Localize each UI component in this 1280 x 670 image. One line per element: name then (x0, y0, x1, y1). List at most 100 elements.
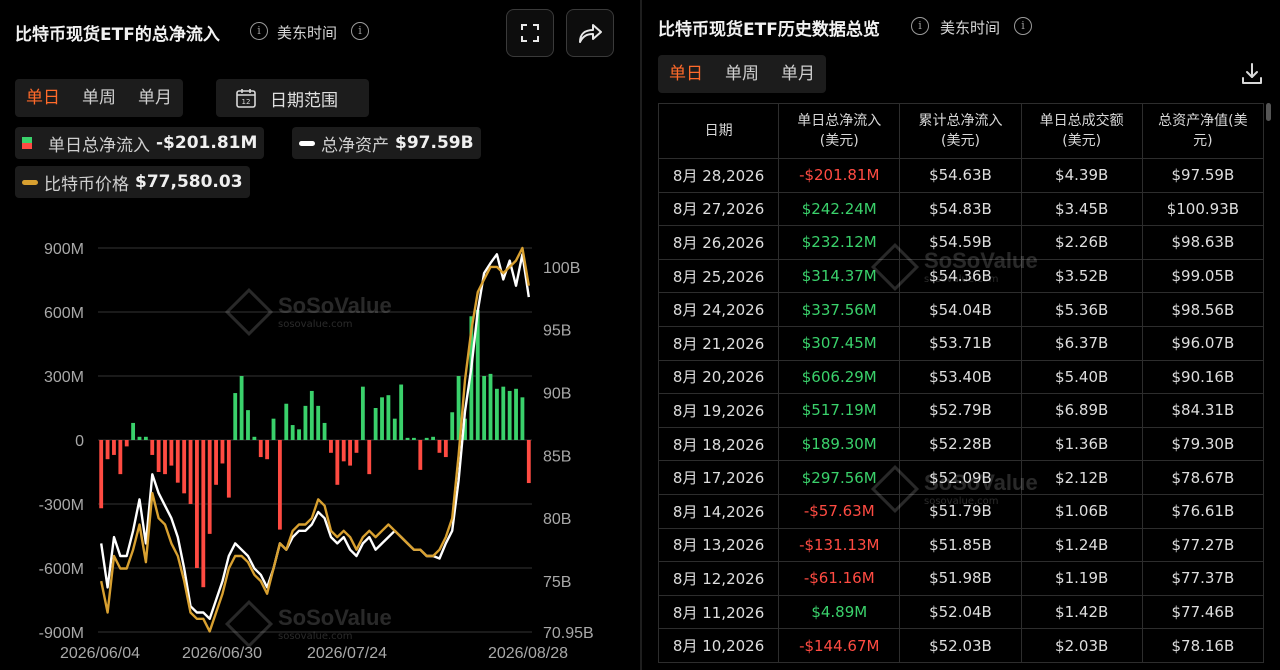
table-row[interactable]: 8月 21,2026 $307.45M $53.71B $6.37B $96.07B (657, 325, 1265, 361)
inflow-bar[interactable] (514, 388, 518, 440)
inflow-bar[interactable] (380, 397, 384, 440)
inflow-bar[interactable] (443, 440, 448, 458)
timezone-info-icon[interactable]: i (351, 22, 369, 40)
inflow-bar[interactable] (258, 440, 263, 458)
info-icon[interactable]: i (911, 17, 929, 35)
inflow-bar[interactable] (309, 390, 314, 440)
table-row[interactable]: 8月 26,2026 $232.12M $54.59B $2.26B $98.63B (657, 225, 1265, 260)
table-row[interactable]: 8月 25,2026 $314.37M $54.36B $3.52B $99.05B (657, 258, 1265, 294)
inflow-bar[interactable] (488, 373, 493, 440)
inflow-bar[interactable] (316, 405, 321, 440)
inflow-bar[interactable] (277, 440, 282, 530)
table-row[interactable]: 8月 11,2026 $4.89M $52.04B $1.42B $77.46B (657, 594, 1265, 630)
table-row[interactable]: 8月 24,2026 $337.56M $54.04B $5.36B $98.56B (657, 292, 1265, 327)
inflow-bar[interactable] (156, 440, 161, 472)
legend-btc-price[interactable]: 比特币价格 $77,580.03 (15, 166, 250, 198)
inflow-bar[interactable] (494, 388, 499, 440)
inflow-bar[interactable] (297, 429, 301, 440)
inflow-bar[interactable] (143, 436, 148, 440)
inflow-bar[interactable] (112, 440, 116, 455)
inflow-bar[interactable] (520, 397, 525, 440)
inflow-bar[interactable] (124, 440, 129, 447)
column-header-net-inflow[interactable]: 单日总净流入 (美元) (778, 103, 901, 159)
inflow-bar[interactable] (175, 440, 180, 483)
inflow-bar[interactable] (131, 422, 136, 440)
inflow-bar[interactable] (412, 437, 416, 440)
inflow-bar[interactable] (265, 440, 270, 460)
inflow-bar[interactable] (271, 418, 276, 440)
download-icon[interactable] (1238, 60, 1266, 88)
inflow-bar[interactable] (341, 440, 346, 462)
timezone-info-icon[interactable]: i (1014, 17, 1032, 35)
inflow-bar[interactable] (207, 440, 212, 534)
column-header-nav[interactable]: 总资产净值(美 元) (1141, 103, 1265, 159)
inflow-bar[interactable] (431, 436, 435, 440)
column-header-date[interactable]: 日期 (657, 103, 780, 159)
tab-monthly[interactable]: 单月 (127, 79, 183, 117)
inflow-bar[interactable] (386, 395, 391, 440)
tab-weekly[interactable]: 单周 (714, 55, 770, 93)
table-row[interactable]: 8月 28,2026 -$201.81M $54.63B $4.39B $97.59B (657, 158, 1265, 193)
inflow-bar[interactable] (329, 440, 333, 453)
inflow-bar[interactable] (367, 440, 372, 475)
inflow-bar[interactable] (220, 440, 225, 464)
inflow-chart[interactable]: 900M 600M 300M 0 -300M -600M -900M 100B 95B 90B 85… (0, 210, 640, 670)
table-row[interactable]: 8月 19,2026 $517.19M $52.79B $6.89B $84.31B (657, 393, 1265, 428)
inflow-bar[interactable] (163, 440, 167, 475)
inflow-bar[interactable] (284, 403, 289, 440)
table-row[interactable]: 8月 12,2026 -$61.16M $51.98B $1.19B $77.37B (657, 561, 1265, 596)
inflow-bar[interactable] (424, 437, 429, 440)
share-button[interactable] (566, 9, 614, 57)
inflow-bar[interactable] (239, 376, 244, 440)
table-row[interactable]: 8月 27,2026 $242.24M $54.83B $3.45B $100.93B (657, 191, 1265, 227)
column-header-cumulative[interactable]: 累计总净流入 (美元) (899, 103, 1022, 159)
inflow-bar[interactable] (418, 440, 423, 470)
tab-daily[interactable]: 单日 (658, 55, 714, 93)
inflow-bar[interactable] (322, 422, 327, 440)
inflow-bar[interactable] (399, 384, 404, 440)
inflow-bar[interactable] (137, 436, 142, 440)
inflow-bar[interactable] (437, 440, 442, 453)
column-header-volume[interactable]: 单日总成交额 (美元) (1020, 103, 1143, 159)
inflow-bar[interactable] (214, 440, 218, 485)
inflow-bar[interactable] (118, 440, 123, 475)
inflow-bar[interactable] (405, 437, 410, 440)
inflow-bar[interactable] (392, 418, 397, 440)
fullscreen-button[interactable] (506, 9, 554, 57)
inflow-bar[interactable] (450, 412, 455, 440)
inflow-bar[interactable] (348, 440, 353, 466)
tab-weekly[interactable]: 单周 (71, 79, 127, 117)
inflow-bar[interactable] (99, 440, 104, 509)
table-row[interactable]: 8月 14,2026 -$57.63M $51.79B $1.06B $76.61B (657, 493, 1265, 529)
inflow-bar[interactable] (354, 440, 359, 453)
tab-monthly[interactable]: 单月 (770, 55, 826, 93)
tab-daily[interactable]: 单日 (15, 79, 71, 117)
inflow-bar[interactable] (303, 405, 308, 440)
inflow-bar[interactable] (482, 376, 487, 440)
table-row[interactable]: 8月 10,2026 -$144.67M $52.03B $2.03B $78.16B (657, 628, 1265, 663)
table-row[interactable]: 8月 17,2026 $297.56M $52.09B $2.12B $78.67B (657, 460, 1265, 495)
inflow-bar[interactable] (526, 440, 531, 484)
info-icon[interactable]: i (250, 22, 268, 40)
table-row[interactable]: 8月 20,2026 $606.29M $53.40B $5.40B $90.16B (657, 359, 1265, 395)
inflow-bar[interactable] (507, 390, 512, 440)
inflow-bar[interactable] (201, 440, 206, 588)
inflow-bar[interactable] (182, 440, 187, 494)
table-row[interactable]: 8月 13,2026 -$131.13M $51.85B $1.24B $77.27B (657, 527, 1265, 563)
legend-total-assets[interactable]: 总净资产 $97.59B (292, 127, 481, 159)
inflow-bar[interactable] (188, 440, 193, 504)
inflow-bar[interactable] (150, 440, 155, 455)
inflow-bar[interactable] (233, 393, 238, 440)
inflow-bar[interactable] (252, 436, 257, 440)
inflow-bar[interactable] (360, 386, 365, 440)
inflow-bar[interactable] (246, 410, 250, 440)
inflow-bar[interactable] (290, 425, 295, 440)
inflow-bar[interactable] (373, 408, 378, 440)
inflow-bar[interactable] (169, 440, 174, 466)
table-scrollbar[interactable] (1266, 103, 1271, 121)
date-range-button[interactable]: 12 日期范围 (216, 79, 369, 117)
inflow-bar[interactable] (501, 386, 506, 440)
legend-net-inflow[interactable]: 单日总净流入 -$201.81M (15, 127, 265, 159)
inflow-bar[interactable] (335, 440, 340, 485)
inflow-bar[interactable] (226, 440, 231, 498)
